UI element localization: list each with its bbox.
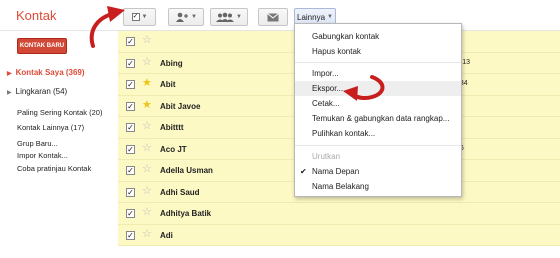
star-filled-icon[interactable]: ★ bbox=[142, 78, 152, 89]
chevron-down-icon: ▼ bbox=[191, 14, 197, 20]
contact-name: Abitttt bbox=[160, 123, 184, 132]
star-icon[interactable]: ☆ bbox=[142, 185, 152, 197]
menu-divider bbox=[295, 62, 461, 63]
contact-name: Aco JT bbox=[160, 144, 187, 154]
email-button[interactable] bbox=[258, 8, 288, 26]
try-preview-link[interactable]: Coba pratinjau Kontak bbox=[17, 164, 91, 173]
row-checkbox[interactable]: ✓ bbox=[126, 58, 135, 68]
menu-item-export[interactable]: Ekspor... bbox=[312, 84, 343, 93]
star-icon[interactable]: ☆ bbox=[142, 228, 152, 240]
import-contacts-link[interactable]: Impor Kontak... bbox=[17, 151, 68, 160]
menu-item-restore-contacts[interactable]: Pulihkan kontak... bbox=[312, 129, 375, 138]
contact-name: Adi bbox=[160, 230, 173, 240]
contact-name: Abit bbox=[160, 80, 176, 89]
select-all-button[interactable]: ✓ ▼ bbox=[123, 8, 156, 26]
row-checkbox[interactable]: ✓ bbox=[126, 80, 135, 89]
menu-item-delete-contacts[interactable]: Hapus kontak bbox=[312, 47, 361, 56]
star-icon[interactable]: ☆ bbox=[142, 207, 152, 218]
sidebar-item-most-contacted[interactable]: Paling Sering Kontak (20) bbox=[17, 108, 102, 117]
group-icon bbox=[216, 12, 235, 22]
row-checkbox[interactable]: ✓ bbox=[126, 187, 135, 197]
contact-name: Adella Usman bbox=[160, 166, 213, 175]
contact-name: Adhi Saud bbox=[160, 187, 200, 197]
new-group-link[interactable]: Grup Baru... bbox=[17, 139, 58, 148]
chevron-down-icon: ▼ bbox=[236, 14, 242, 20]
expand-arrow-icon: ▶ bbox=[7, 90, 12, 96]
contact-row[interactable]: ✓ ☆ Adhitya Batik bbox=[118, 203, 560, 225]
row-checkbox[interactable]: ✓ bbox=[126, 166, 135, 175]
sort-header: Urutkan bbox=[312, 152, 341, 161]
app-title: Kontak bbox=[16, 8, 57, 23]
row-checkbox[interactable]: ✓ bbox=[126, 144, 135, 154]
row-checkbox[interactable]: ✓ bbox=[126, 123, 135, 132]
chevron-down-icon: ▼ bbox=[327, 14, 333, 20]
contact-name: Abit Javoe bbox=[160, 101, 201, 111]
sort-option-first-name[interactable]: Nama Depan bbox=[312, 167, 359, 176]
menu-item-merge-contacts[interactable]: Gabungkan kontak bbox=[312, 32, 379, 41]
expand-arrow-icon: ▶ bbox=[7, 71, 12, 77]
sort-option-last-name[interactable]: Nama Belakang bbox=[312, 182, 369, 191]
menu-item-find-duplicates[interactable]: Temukan & gabungkan data rangkap... bbox=[312, 114, 449, 123]
contact-name: Adhitya Batik bbox=[160, 209, 212, 218]
checkmark-icon: ✔ bbox=[300, 167, 307, 176]
row-checkbox[interactable]: ✓ bbox=[126, 37, 135, 46]
star-icon[interactable]: ☆ bbox=[142, 121, 152, 132]
star-icon[interactable]: ☆ bbox=[142, 142, 152, 154]
add-to-circles-button[interactable]: ▼ bbox=[168, 8, 204, 26]
chevron-down-icon: ▼ bbox=[141, 14, 148, 20]
star-icon[interactable]: ☆ bbox=[142, 164, 152, 175]
groups-button[interactable]: ▼ bbox=[210, 8, 248, 26]
menu-item-print[interactable]: Cetak... bbox=[312, 99, 340, 108]
star-icon[interactable]: ☆ bbox=[142, 35, 152, 46]
star-filled-icon[interactable]: ★ bbox=[142, 99, 152, 111]
sidebar-item-other-contacts[interactable]: Kontak Lainnya (17) bbox=[17, 123, 84, 132]
contact-row[interactable]: ✓ ☆ Adi bbox=[118, 224, 560, 246]
sidebar-item-my-contacts[interactable]: ▶ Kontak Saya (369) bbox=[7, 68, 85, 77]
row-checkbox[interactable]: ✓ bbox=[126, 101, 135, 111]
star-icon[interactable]: ☆ bbox=[142, 56, 152, 68]
sidebar-item-circles[interactable]: ▶ Lingkaran (54) bbox=[7, 87, 67, 96]
sidebar-item-label: Kontak Saya (369) bbox=[15, 68, 85, 77]
row-checkbox[interactable]: ✓ bbox=[126, 230, 135, 240]
checkbox-icon: ✓ bbox=[131, 13, 140, 21]
more-button-label: Lainnya bbox=[297, 12, 326, 22]
mail-icon bbox=[267, 12, 279, 21]
row-checkbox[interactable]: ✓ bbox=[126, 209, 135, 218]
contact-name: Abing bbox=[160, 58, 183, 68]
new-contact-button[interactable]: KONTAK BARU bbox=[17, 38, 67, 54]
menu-item-import[interactable]: Impor... bbox=[312, 69, 339, 78]
add-person-icon bbox=[176, 12, 189, 22]
more-actions-menu: Gabungkan kontak Hapus kontak Impor... E… bbox=[294, 23, 462, 197]
menu-divider bbox=[295, 145, 461, 146]
sidebar-item-label: Lingkaran (54) bbox=[15, 87, 68, 96]
